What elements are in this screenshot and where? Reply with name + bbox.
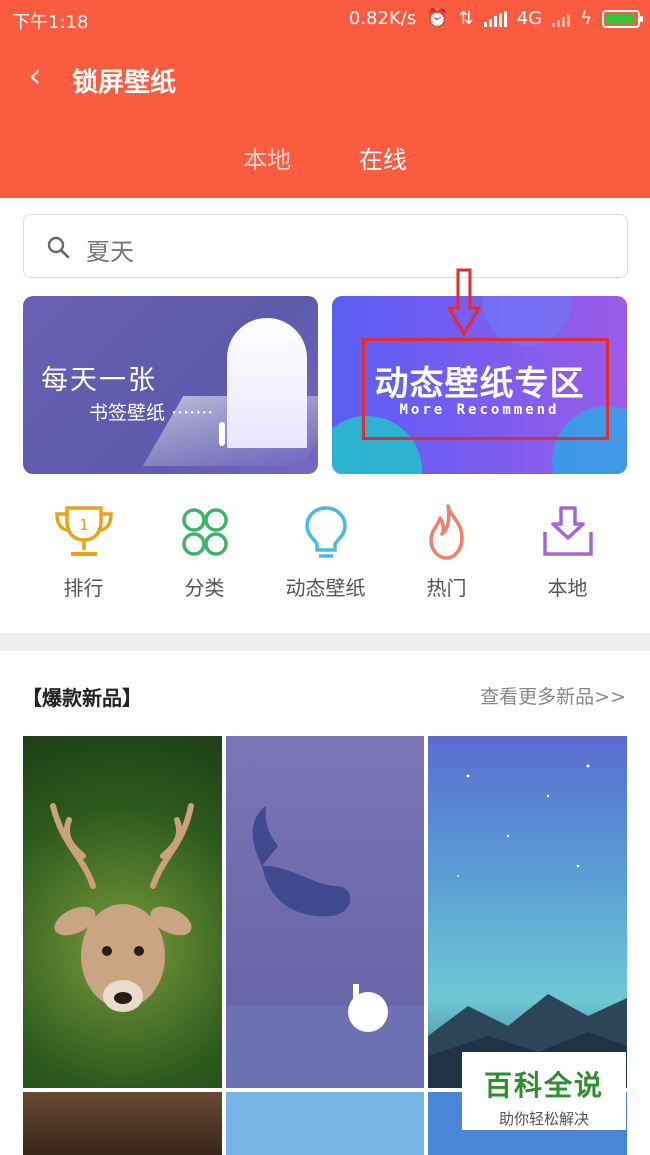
- daily-bookmark-banner[interactable]: 每天一张 书签壁纸 ·······: [23, 296, 318, 474]
- local-label: 本地: [547, 576, 588, 600]
- status-icons: 0.82K/s ⏰ ⇅ 4G ϟ: [348, 8, 643, 29]
- wallpaper-thumb-5[interactable]: [226, 1092, 424, 1155]
- mountain-illustration: [428, 764, 627, 1088]
- person-figure: [219, 422, 225, 446]
- lightbulb-icon: [304, 506, 347, 558]
- battery-icon: [602, 9, 643, 28]
- signal-weak-icon: [552, 11, 571, 27]
- tab-local[interactable]: 本地: [243, 140, 291, 175]
- decor-blob: [332, 416, 422, 474]
- wallpaper-starry-mountain-thumb[interactable]: [428, 736, 627, 1088]
- hot-button[interactable]: 热门: [386, 504, 507, 604]
- category-shortcuts: 1 排行 分类 动态壁纸 热门 本地: [23, 504, 628, 604]
- banner-right-subtitle: More Recommend: [399, 402, 560, 418]
- wallpaper-deer-thumb[interactable]: [23, 736, 222, 1088]
- whale-illustration: [226, 806, 424, 1088]
- network-speed: 0.82K/s: [348, 8, 417, 29]
- wallpaper-thumb-4[interactable]: [23, 1092, 222, 1155]
- page-title: 锁屏壁纸: [72, 68, 177, 98]
- live-wallpaper-label: 动态壁纸: [285, 576, 366, 600]
- battery-fill: [606, 13, 633, 24]
- decor-blob: [482, 296, 572, 346]
- data-arrows-icon: ⇅: [458, 8, 474, 29]
- section-divider: [0, 633, 650, 651]
- flame-icon: [428, 504, 464, 560]
- hot-label: 热门: [426, 576, 467, 600]
- category-label: 分类: [184, 576, 225, 600]
- ranking-label: 排行: [63, 576, 104, 600]
- local-button[interactable]: 本地: [507, 504, 628, 604]
- banner-left-line1: 每天一张: [41, 365, 157, 396]
- search-placeholder: 夏天: [86, 238, 134, 266]
- arch-door-illustration: [227, 318, 307, 448]
- chevron-left-icon[interactable]: ‹: [28, 58, 48, 98]
- signal-icon: [483, 10, 507, 27]
- live-wallpaper-button[interactable]: 动态壁纸: [265, 504, 386, 604]
- wallpaper-whale-thumb[interactable]: [226, 736, 424, 1088]
- category-button[interactable]: 分类: [144, 504, 265, 604]
- ranking-button[interactable]: 1 排行: [23, 504, 144, 604]
- down-arrow-icon: [447, 268, 481, 336]
- tab-bar: 本地 在线: [0, 140, 650, 175]
- tab-online[interactable]: 在线: [359, 140, 407, 175]
- charging-icon: ϟ: [580, 8, 592, 29]
- view-more-link[interactable]: 查看更多新品>>: [480, 682, 626, 709]
- alarm-off-icon: ⏰: [426, 8, 449, 29]
- deer-illustration: [50, 803, 194, 1012]
- status-bar: 下午1:18 0.82K/s ⏰ ⇅ 4G ϟ: [0, 0, 650, 38]
- watermark-main: 百科全说: [483, 1069, 604, 1102]
- status-time: 下午1:18: [12, 12, 89, 33]
- svg-text:1: 1: [79, 516, 89, 534]
- trophy-icon: 1: [54, 506, 113, 556]
- search-input[interactable]: 夏天: [23, 214, 628, 278]
- banner-left-line2: 书签壁纸 ·······: [89, 402, 214, 424]
- section-title: 【爆款新品】: [22, 686, 142, 710]
- app-header: 下午1:18 0.82K/s ⏰ ⇅ 4G ϟ ‹ 锁屏壁纸 本地 在线: [0, 0, 650, 198]
- download-tray-icon: [542, 506, 593, 556]
- grid-circles-icon: [181, 508, 228, 556]
- banner-right-title: 动态壁纸专区: [374, 364, 585, 404]
- watermark-logo: 百科全说 助你轻松解决: [462, 1052, 626, 1130]
- watermark-sub: 助你轻松解决: [498, 1110, 589, 1128]
- network-type: 4G: [516, 8, 543, 29]
- search-icon: [47, 236, 70, 259]
